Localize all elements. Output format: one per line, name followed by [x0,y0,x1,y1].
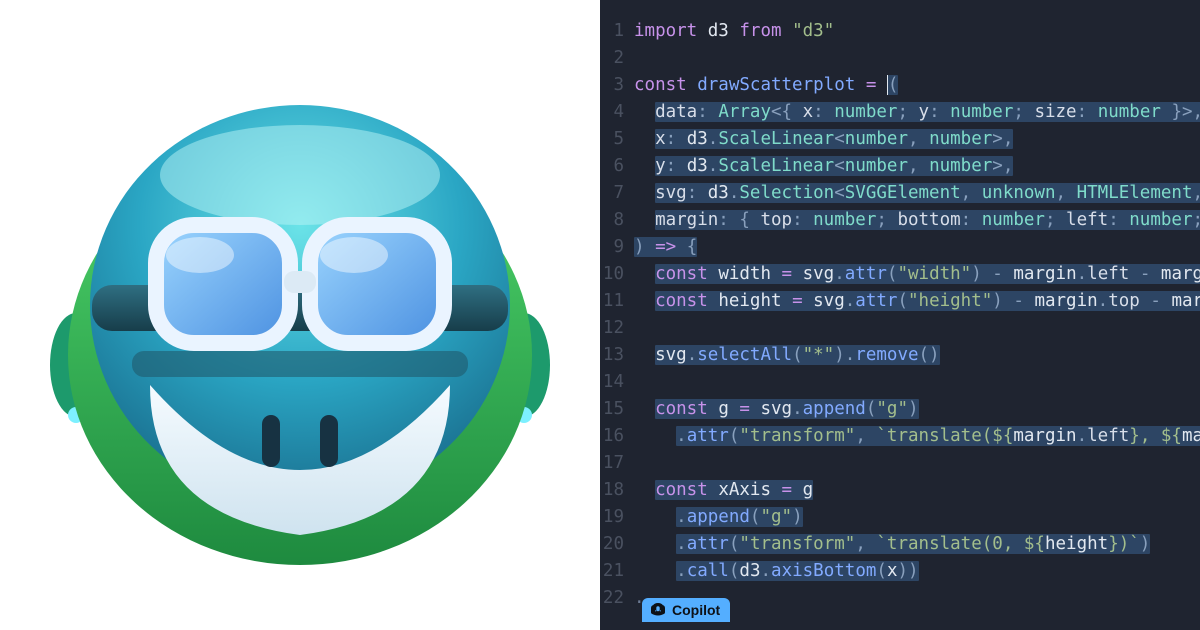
code-content[interactable]: .attr("transform", `translate(0, ${heigh… [634,531,1150,558]
code-line[interactable]: 21 .call(d3.axisBottom(x)) [600,558,1200,585]
line-number: 21 [600,558,634,585]
code-line[interactable]: 18 const xAxis = g [600,477,1200,504]
code-content[interactable]: margin: { top: number; bottom: number; l… [634,207,1200,234]
code-content[interactable]: import d3 from "d3" [634,18,834,45]
code-content[interactable]: .attr("transform", `translate(${margin.l… [634,423,1200,450]
line-number: 10 [600,261,634,288]
copilot-chip-label: Copilot [672,602,720,618]
copilot-logo-pane [0,0,600,630]
code-content[interactable]: ) => { [634,234,697,261]
line-number: 15 [600,396,634,423]
code-content[interactable]: svg: d3.Selection<SVGGElement, unknown, … [634,180,1200,207]
line-number: 5 [600,126,634,153]
line-number: 17 [600,450,634,477]
line-number: 16 [600,423,634,450]
line-number: 11 [600,288,634,315]
code-line[interactable]: 14 [600,369,1200,396]
code-content[interactable]: .call(d3.axisBottom(x)) [634,558,919,585]
code-line[interactable]: 12 [600,315,1200,342]
code-content[interactable]: data: Array<{ x: number; y: number; size… [634,99,1200,126]
app-container: 1import d3 from "d3"23const drawScatterp… [0,0,1200,630]
code-line[interactable]: 20 .attr("transform", `translate(0, ${he… [600,531,1200,558]
code-content[interactable]: const height = svg.attr("height") - marg… [634,288,1200,315]
line-number: 14 [600,369,634,396]
code-content[interactable]: const xAxis = g [634,477,813,504]
copilot-suggestion-chip[interactable]: Copilot [642,598,730,622]
code-line[interactable]: 17 [600,450,1200,477]
code-line[interactable]: 7 svg: d3.Selection<SVGGElement, unknown… [600,180,1200,207]
code-line[interactable]: 13 svg.selectAll("*").remove() [600,342,1200,369]
code-line[interactable]: 15 const g = svg.append("g") [600,396,1200,423]
code-line[interactable]: 16 .attr("transform", `translate(${margi… [600,423,1200,450]
code-line[interactable]: 6 y: d3.ScaleLinear<number, number>, [600,153,1200,180]
code-content[interactable]: const width = svg.attr("width") - margin… [634,261,1200,288]
code-area[interactable]: 1import d3 from "d3"23const drawScatterp… [600,0,1200,612]
line-number: 6 [600,153,634,180]
code-content[interactable]: svg.selectAll("*").remove() [634,342,940,369]
line-number: 7 [600,180,634,207]
line-number: 13 [600,342,634,369]
code-line[interactable]: 10 const width = svg.attr("width") - mar… [600,261,1200,288]
code-line[interactable]: 4 data: Array<{ x: number; y: number; si… [600,99,1200,126]
code-line[interactable]: 3const drawScatterplot = ( [600,72,1200,99]
line-number: 19 [600,504,634,531]
code-content[interactable]: const g = svg.append("g") [634,396,919,423]
code-content[interactable]: x: d3.ScaleLinear<number, number>, [634,126,1013,153]
copilot-icon [650,602,666,618]
code-content[interactable]: const drawScatterplot = ( [634,72,898,99]
line-number: 8 [600,207,634,234]
line-number: 3 [600,72,634,99]
line-number: 20 [600,531,634,558]
line-number: 18 [600,477,634,504]
code-content[interactable]: .append("g") [634,504,803,531]
code-content[interactable]: y: d3.ScaleLinear<number, number>, [634,153,1013,180]
code-editor-pane[interactable]: 1import d3 from "d3"23const drawScatterp… [600,0,1200,630]
code-line[interactable]: 8 margin: { top: number; bottom: number;… [600,207,1200,234]
code-line[interactable]: 2 [600,45,1200,72]
line-number: 2 [600,45,634,72]
code-line[interactable]: 11 const height = svg.attr("height") - m… [600,288,1200,315]
code-line[interactable]: 1import d3 from "d3" [600,18,1200,45]
code-line[interactable]: 9) => { [600,234,1200,261]
line-number: 22 [600,585,634,612]
line-number: 12 [600,315,634,342]
line-number: 4 [600,99,634,126]
code-line[interactable]: 19 .append("g") [600,504,1200,531]
line-number: 1 [600,18,634,45]
copilot-robot-icon [40,55,560,575]
code-line[interactable]: 5 x: d3.ScaleLinear<number, number>, [600,126,1200,153]
line-number: 9 [600,234,634,261]
